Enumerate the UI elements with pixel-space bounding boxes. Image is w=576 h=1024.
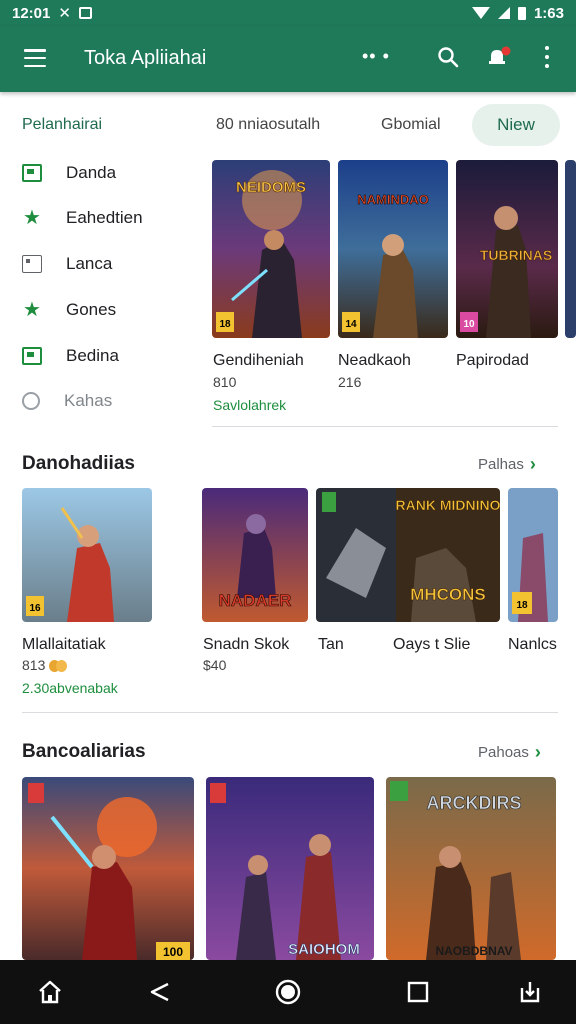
loading-indicator: •• • [362, 46, 390, 66]
card-title[interactable]: Oays t Slie [393, 636, 470, 654]
search-icon[interactable] [437, 46, 459, 68]
card-title[interactable]: Tan [318, 636, 344, 654]
game-cover-partial[interactable] [565, 160, 576, 338]
cover-art-text: TUBRINAS [480, 247, 552, 263]
see-more-link[interactable]: Pahoas › [478, 742, 541, 763]
star-icon: ★ [23, 299, 41, 321]
see-more-link[interactable]: Palhas › [478, 454, 536, 475]
battery-icon [517, 6, 526, 20]
divider [212, 426, 558, 427]
status-time: 12:01 [12, 4, 51, 22]
app-title: Toka Apliiahai [84, 47, 207, 69]
age-badge: 18 [219, 319, 231, 330]
game-cover[interactable]: 18 [508, 488, 558, 622]
age-badge: 16 [29, 603, 41, 614]
age-badge: 10 [463, 319, 475, 330]
filter-title: Pelanhairai [22, 116, 103, 133]
side-menu-label: Bedina [66, 346, 119, 365]
cover-art-text: NAMINDAO [357, 192, 429, 207]
card-title[interactable]: Gendiheniah [213, 352, 304, 370]
screen-icon [22, 347, 42, 365]
cover-art-text: NEIDOMS [236, 179, 306, 196]
side-menu-label: Eahedtien [66, 208, 143, 227]
age-badge: 18 [516, 600, 528, 611]
card-price: 813 [22, 657, 68, 673]
section-title: Danohadiias [22, 453, 135, 474]
game-cover[interactable]: NEIDOMS 18 [212, 160, 330, 338]
side-menu-item[interactable]: Kahas [22, 389, 112, 413]
cover-art-text: ARCKDIRS [426, 793, 521, 813]
game-cover[interactable]: SAIOHOM [206, 777, 374, 960]
age-badge: 100 [163, 945, 183, 959]
card-title[interactable]: Papirodad [456, 352, 529, 370]
card-price-value: 813 [22, 657, 46, 673]
side-menu-item[interactable]: Lanca [22, 252, 112, 276]
game-cover[interactable]: TUBRINAS 10 [456, 160, 558, 338]
side-menu-item[interactable]: Danda [22, 161, 116, 185]
card-title[interactable]: Neadkaoh [338, 352, 411, 370]
coin-icon [49, 660, 68, 673]
menu-icon[interactable] [24, 49, 46, 67]
game-cover[interactable]: 16 [22, 488, 152, 622]
cover-art-text: NAOBDBNAV [435, 944, 512, 958]
cover-art-text: SAIOHOM [288, 941, 360, 958]
circle-icon [22, 392, 40, 410]
side-menu-label: Kahas [64, 391, 113, 410]
home-icon[interactable] [36, 978, 64, 1006]
app-bar: Toka Apliiahai •• • [0, 26, 576, 92]
game-cover[interactable]: ARCKDIRS NAOBDBNAV [386, 777, 556, 960]
screenshot-icon[interactable] [516, 978, 544, 1006]
side-menu-item[interactable]: ★ Gones [22, 298, 116, 322]
cover-art-text: NADAER [219, 591, 292, 610]
section-title: Bancoaliarias [22, 741, 146, 762]
cover-art-text: RANK MIDNINO [396, 497, 501, 513]
more-options-icon[interactable] [544, 46, 550, 68]
close-notification-icon: ✕ [58, 5, 71, 22]
side-menu-label: Gones [66, 300, 117, 319]
status-bar: 12:01 ✕ 1:63 [0, 0, 576, 26]
side-menu-item[interactable]: ★ Eahedtien [22, 206, 143, 230]
card-price: 810 [213, 374, 237, 390]
new-chip[interactable]: Niew [472, 104, 560, 146]
home-circle-icon[interactable] [274, 978, 302, 1006]
notification-icon[interactable] [486, 44, 512, 70]
dotted-box-icon [22, 255, 42, 273]
cover-art-text: MHCONS [410, 585, 486, 604]
see-more-label: Palhas [478, 456, 524, 473]
age-badge: 14 [345, 319, 357, 330]
star-icon: ★ [23, 207, 41, 229]
see-more-label: Pahoas [478, 744, 529, 761]
status-clock: 1:63 [533, 4, 564, 22]
card-title[interactable]: Mlallaitatiak [22, 636, 106, 654]
filter-chip[interactable]: Gbomial [381, 116, 441, 134]
side-menu-item[interactable]: Bedina [22, 344, 119, 368]
card-title[interactable]: Snadn Skok [203, 636, 289, 654]
game-cover[interactable]: NAMINDAO 14 [338, 160, 448, 338]
chevron-right-icon: › [534, 742, 541, 762]
chevron-right-icon: › [529, 454, 536, 474]
wifi-icon [471, 7, 490, 19]
card-title[interactable]: Nanlcs [508, 636, 557, 654]
recents-icon[interactable] [404, 978, 432, 1006]
card-price: 216 [338, 374, 362, 390]
card-note[interactable]: Savlolahrek [213, 397, 286, 413]
side-menu-label: Danda [66, 163, 117, 182]
card-price: $40 [203, 657, 227, 673]
back-icon[interactable] [146, 978, 174, 1006]
screen-icon [22, 164, 42, 182]
card-note[interactable]: 2.30abvenabak [22, 680, 118, 696]
game-cover[interactable]: RANK MIDNINO MHCONS [316, 488, 500, 622]
signal-icon [497, 7, 510, 19]
side-menu-label: Lanca [66, 254, 113, 273]
game-cover[interactable]: NADAER [202, 488, 308, 622]
system-navigation-bar [0, 960, 576, 1024]
image-notification-icon [78, 7, 92, 19]
divider [22, 712, 558, 713]
game-cover[interactable]: 100 [22, 777, 194, 960]
filter-chip[interactable]: 80 nniaosutalh [216, 116, 320, 134]
